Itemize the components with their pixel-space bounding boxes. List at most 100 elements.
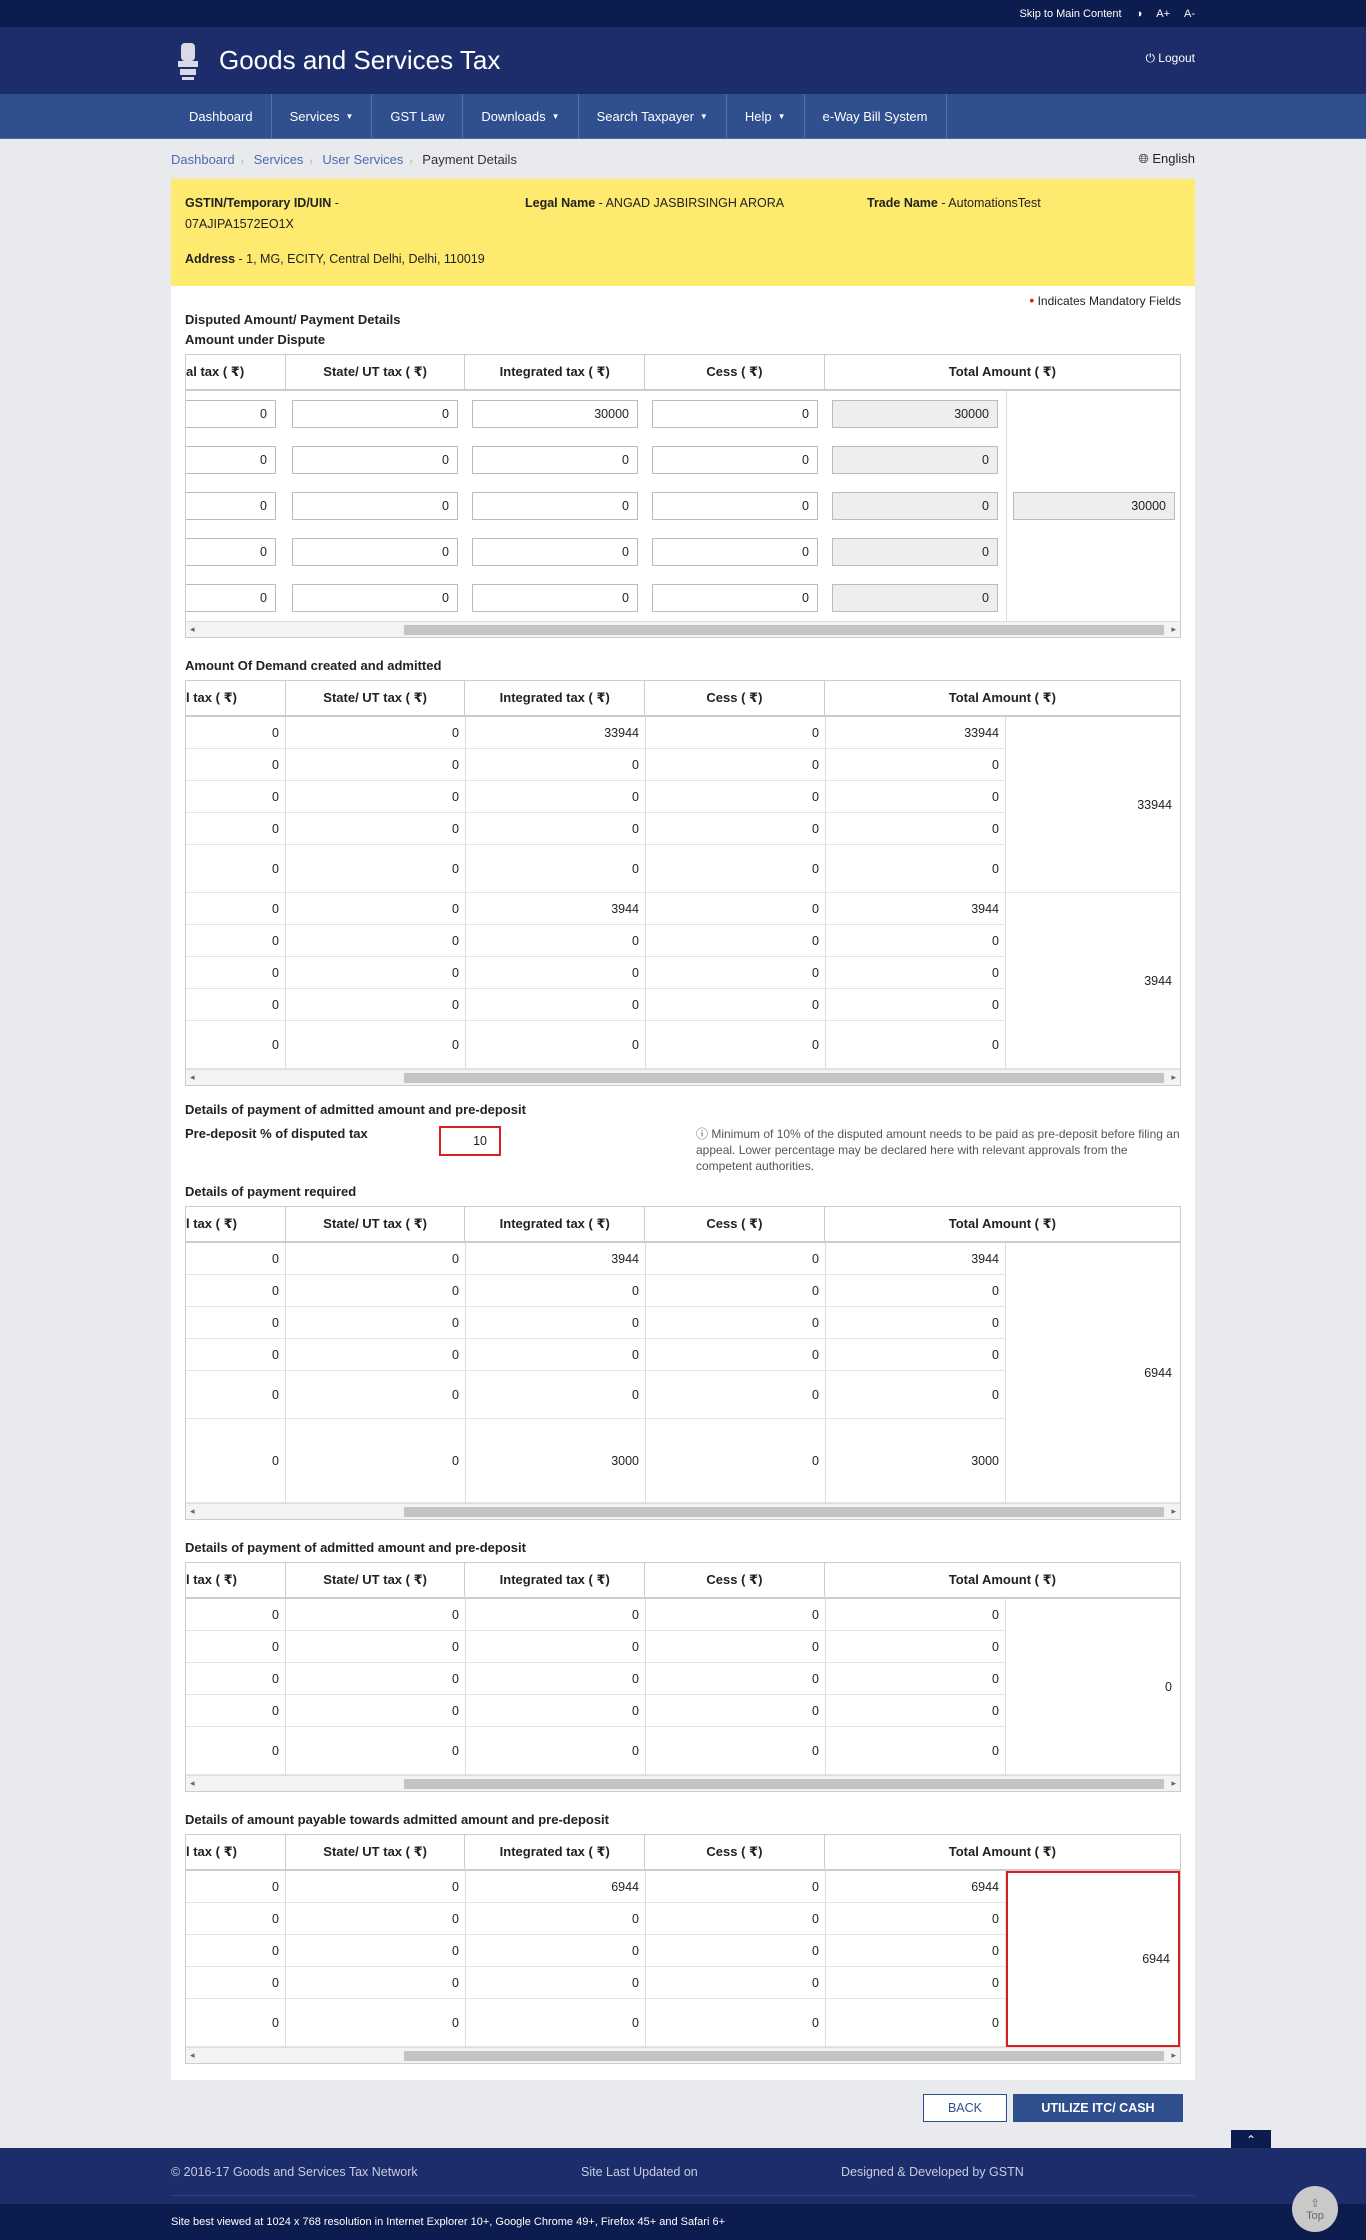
- nav-item-help[interactable]: Help ▼: [727, 94, 805, 139]
- horizontal-scrollbar[interactable]: ◂ ▸: [186, 1775, 1180, 1791]
- table-cell: 0: [286, 989, 466, 1021]
- horizontal-scrollbar[interactable]: ◂ ▸: [186, 1503, 1180, 1519]
- nav-item-downloads[interactable]: Downloads ▼: [463, 94, 579, 139]
- copyright: © 2016-17 Goods and Services Tax Network: [171, 2164, 418, 2179]
- scroll-left-icon[interactable]: ◂: [190, 1072, 195, 1083]
- table-cell: 0: [466, 1275, 646, 1307]
- scroll-left-icon[interactable]: ◂: [190, 1778, 195, 1789]
- scrollbar-thumb[interactable]: [404, 2051, 1164, 2061]
- table-cell: 0: [826, 1967, 1006, 1999]
- scroll-right-icon[interactable]: ▸: [1171, 2050, 1176, 2061]
- amount-input[interactable]: 0: [292, 492, 458, 520]
- section-title: Disputed Amount/ Payment Details: [185, 312, 401, 327]
- scroll-left-icon[interactable]: ◂: [190, 1506, 195, 1517]
- table-cell: 0: [186, 1021, 286, 1069]
- predeposit-row: Pre-deposit % of disputed tax 10 ⓘ Minim…: [171, 1126, 1195, 1174]
- nav-item-dashboard[interactable]: Dashboard: [171, 94, 272, 139]
- language-selector[interactable]: 🌐︎ English: [1138, 151, 1195, 167]
- breadcrumb-separator: ›: [240, 155, 244, 167]
- amount-input[interactable]: 0: [292, 538, 458, 566]
- table-cell: 0: [186, 749, 286, 781]
- table-cell: 0: [646, 1727, 826, 1775]
- horizontal-scrollbar[interactable]: ◂ ▸: [186, 1069, 1180, 1085]
- breadcrumb-user-services[interactable]: User Services: [322, 152, 403, 167]
- logout-link[interactable]: ⏻ Logout: [1145, 51, 1195, 66]
- font-increase[interactable]: A+: [1156, 8, 1170, 20]
- table-cell: 0: [466, 1727, 646, 1775]
- site-title[interactable]: Goods and Services Tax: [219, 45, 500, 76]
- horizontal-scrollbar[interactable]: ◂ ▸: [186, 2047, 1180, 2063]
- amount-input[interactable]: 0: [186, 538, 276, 566]
- table-cell: 0: [646, 957, 826, 989]
- column-header: l tax ( ₹): [186, 1835, 286, 1869]
- table-group: 00000000000000000000000000: [186, 1599, 1180, 1775]
- table-cell: 0: [466, 749, 646, 781]
- table-cell: 0: [826, 1695, 1006, 1727]
- scroll-right-icon[interactable]: ▸: [1171, 1506, 1176, 1517]
- amount-input[interactable]: 0: [292, 446, 458, 474]
- table-cell: 0: [286, 717, 466, 749]
- table-cell: 0: [466, 1631, 646, 1663]
- scroll-left-icon[interactable]: ◂: [190, 2050, 195, 2061]
- table-cell: 0: [466, 781, 646, 813]
- scrollbar-thumb[interactable]: [404, 1073, 1164, 1083]
- amount-input[interactable]: 0: [652, 584, 818, 612]
- amount-input[interactable]: 0: [186, 492, 276, 520]
- group-total: 6944: [1006, 1871, 1180, 2047]
- table-cell: 0: [186, 893, 286, 925]
- contrast-icon[interactable]: ◑: [1136, 8, 1143, 20]
- designed-by: Designed & Developed by GSTN: [841, 2164, 1024, 2179]
- amount-input[interactable]: 0: [186, 584, 276, 612]
- nav-item-gst-law[interactable]: GST Law: [372, 94, 464, 139]
- amount-input[interactable]: 0: [472, 492, 638, 520]
- column-header: l tax ( ₹): [186, 681, 286, 715]
- back-to-top-button[interactable]: ⇧ Top: [1292, 2186, 1338, 2232]
- table-cell: 0: [466, 1599, 646, 1631]
- amount-input[interactable]: 0: [292, 584, 458, 612]
- amount-input[interactable]: 0: [472, 446, 638, 474]
- logout-label: Logout: [1158, 51, 1195, 65]
- predeposit-note-text: Minimum of 10% of the disputed amount ne…: [696, 1127, 1180, 1173]
- amount-input[interactable]: 0: [472, 538, 638, 566]
- amount-input[interactable]: 0: [186, 400, 276, 428]
- font-decrease[interactable]: A-: [1184, 8, 1195, 20]
- table-cell: 0: [186, 1631, 286, 1663]
- skip-link[interactable]: Skip to Main Content: [1019, 8, 1121, 20]
- table-row: 00000: [186, 1275, 1006, 1307]
- horizontal-scrollbar[interactable]: ◂ ▸: [186, 621, 1180, 637]
- amount-input[interactable]: 0: [186, 446, 276, 474]
- scrollbar-thumb[interactable]: [404, 1779, 1164, 1789]
- scroll-top-tab[interactable]: ⌃: [1231, 2130, 1271, 2150]
- amount-input[interactable]: 0: [292, 400, 458, 428]
- table-cell: 0: [186, 1663, 286, 1695]
- breadcrumb-services[interactable]: Services: [254, 152, 304, 167]
- scroll-left-icon[interactable]: ◂: [190, 624, 195, 635]
- nav-item-search-taxpayer[interactable]: Search Taxpayer ▼: [579, 94, 727, 139]
- amount-input[interactable]: 0: [652, 492, 818, 520]
- amount-input[interactable]: 30000: [472, 400, 638, 428]
- amount-input[interactable]: 0: [652, 538, 818, 566]
- scroll-right-icon[interactable]: ▸: [1171, 1072, 1176, 1083]
- amount-input[interactable]: 0: [652, 400, 818, 428]
- scroll-right-icon[interactable]: ▸: [1171, 624, 1176, 635]
- nav-item-services[interactable]: Services ▼: [272, 94, 373, 139]
- logout-icon: ⏻: [1145, 51, 1159, 65]
- back-button[interactable]: BACK: [923, 2094, 1007, 2122]
- scroll-right-icon[interactable]: ▸: [1171, 1778, 1176, 1789]
- scrollbar-thumb[interactable]: [404, 1507, 1164, 1517]
- predeposit-input[interactable]: 10: [439, 1126, 501, 1156]
- table-header: al tax ( ₹) State/ UT tax ( ₹) Integrated …: [186, 355, 1180, 391]
- table-cell: 0: [286, 1275, 466, 1307]
- utilize-itc-cash-button[interactable]: UTILIZE ITC/ CASH: [1013, 2094, 1183, 2122]
- grand-total-field: 30000: [1013, 492, 1175, 520]
- table-cell: 0: [466, 925, 646, 957]
- scrollbar-thumb[interactable]: [404, 625, 1164, 635]
- amount-input[interactable]: 0: [472, 584, 638, 612]
- breadcrumb-dashboard[interactable]: Dashboard: [171, 152, 235, 167]
- nav-item-e-way-bill-system[interactable]: e-Way Bill System: [805, 94, 947, 139]
- amount-input[interactable]: 0: [652, 446, 818, 474]
- table-cell: 0: [826, 1599, 1006, 1631]
- globe-icon: 🌐︎: [1138, 151, 1153, 166]
- table-cell: 0: [286, 1727, 466, 1775]
- table-cell: 0: [826, 1339, 1006, 1371]
